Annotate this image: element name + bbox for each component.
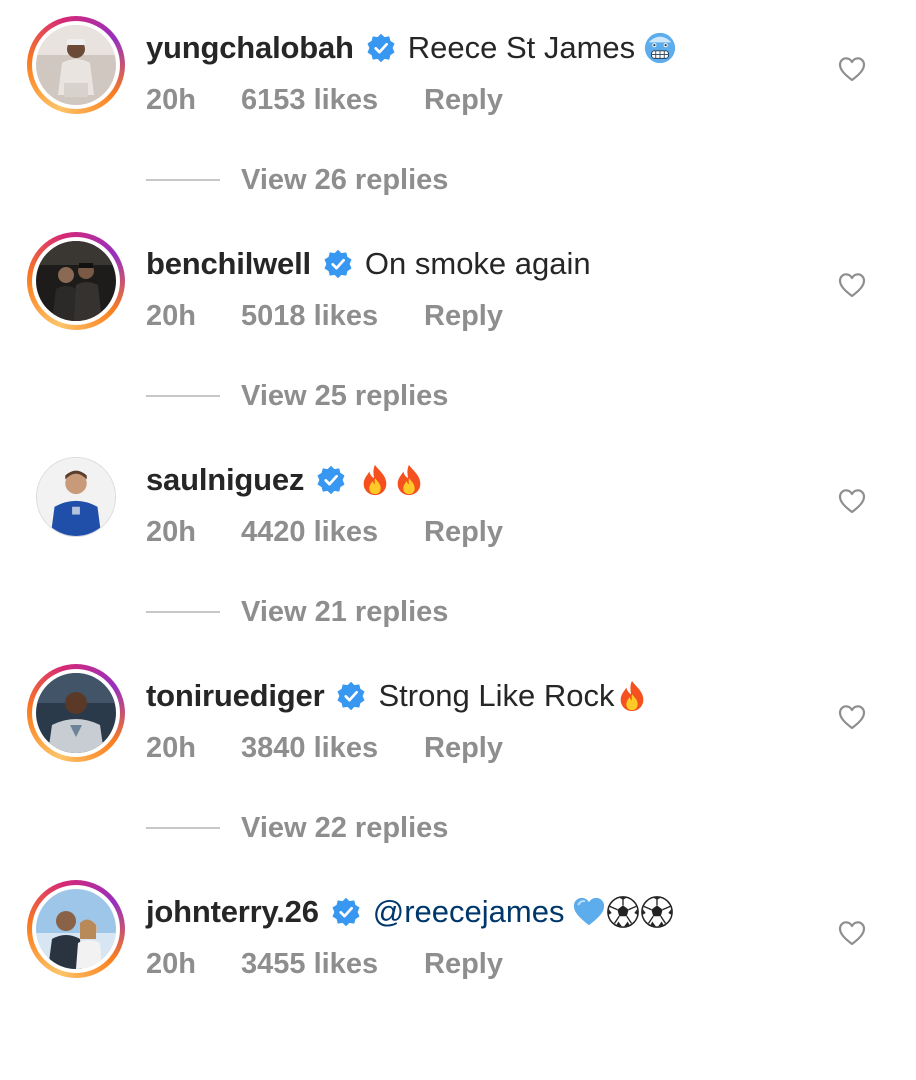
comment-item: yungchalobah Reece St James 20h 6153 lik… <box>0 0 916 216</box>
replies-divider <box>146 395 220 397</box>
replies-divider <box>146 179 220 181</box>
replies-divider <box>146 611 220 613</box>
reply-button[interactable]: Reply <box>424 82 503 118</box>
avatar[interactable] <box>27 448 125 546</box>
view-replies-button[interactable]: View 25 replies <box>146 378 448 414</box>
comment-line: benchilwell On smoke again <box>146 246 591 282</box>
likes-count[interactable]: 6153 likes <box>241 82 378 118</box>
reply-button[interactable]: Reply <box>424 730 503 766</box>
comment-item: toniruediger Strong Like Rock 20h 3840 l… <box>0 648 916 864</box>
username[interactable]: yungchalobah <box>146 30 354 66</box>
view-replies-button[interactable]: View 21 replies <box>146 594 448 630</box>
comment-time: 20h <box>146 84 196 116</box>
view-replies-label: View 25 replies <box>241 380 449 412</box>
comment-time: 20h <box>146 300 196 332</box>
reply-button[interactable]: Reply <box>424 298 503 334</box>
comment-text: Strong Like Rock <box>378 678 615 713</box>
likes-count[interactable]: 4420 likes <box>241 514 378 550</box>
avatar[interactable] <box>27 16 125 114</box>
fire-emoji <box>615 679 649 713</box>
view-replies-button[interactable]: View 26 replies <box>146 162 448 198</box>
likes-count[interactable]: 3840 likes <box>241 730 378 766</box>
comment-line: saulniguez <box>146 462 426 498</box>
view-replies-label: View 26 replies <box>241 164 449 196</box>
username[interactable]: benchilwell <box>146 246 311 282</box>
fire-emoji <box>358 463 392 497</box>
username[interactable]: toniruediger <box>146 678 325 714</box>
heart-icon[interactable] <box>838 56 866 82</box>
soccer-ball-emoji <box>606 895 640 929</box>
replies-divider <box>146 827 220 829</box>
avatar[interactable] <box>27 232 125 330</box>
heart-icon[interactable] <box>838 488 866 514</box>
soccer-ball-emoji <box>640 895 674 929</box>
comment-time: 20h <box>146 948 196 980</box>
fire-emoji <box>392 463 426 497</box>
comment-line: johnterry.26 @reecejames <box>146 894 674 930</box>
reply-button[interactable]: Reply <box>424 514 503 550</box>
verified-badge-icon <box>331 897 361 927</box>
comment-time: 20h <box>146 732 196 764</box>
comment-line: toniruediger Strong Like Rock <box>146 678 649 714</box>
cold-face-emoji <box>643 31 677 65</box>
blue-heart-emoji <box>572 895 606 929</box>
heart-icon[interactable] <box>838 920 866 946</box>
comment-item: saulniguez 20h 4420 likes Reply View 21 … <box>0 432 916 648</box>
likes-count[interactable]: 3455 likes <box>241 946 378 982</box>
reply-button[interactable]: Reply <box>424 946 503 982</box>
username[interactable]: saulniguez <box>146 462 304 498</box>
comment-item: benchilwell On smoke again 20h 5018 like… <box>0 216 916 432</box>
heart-icon[interactable] <box>838 272 866 298</box>
view-replies-label: View 22 replies <box>241 812 449 844</box>
comment-text: Reece St James <box>407 30 636 65</box>
verified-badge-icon <box>366 33 396 63</box>
username[interactable]: johnterry.26 <box>146 894 319 930</box>
view-replies-label: View 21 replies <box>241 596 449 628</box>
comment-text: On smoke again <box>364 246 591 281</box>
comment-line: yungchalobah Reece St James <box>146 30 677 66</box>
comment-item: johnterry.26 @reecejames 20h 3455 likes … <box>0 864 916 1080</box>
view-replies-button[interactable]: View 22 replies <box>146 810 448 846</box>
verified-badge-icon <box>323 249 353 279</box>
verified-badge-icon <box>316 465 346 495</box>
heart-icon[interactable] <box>838 704 866 730</box>
verified-badge-icon <box>336 681 366 711</box>
avatar[interactable] <box>27 664 125 762</box>
comment-time: 20h <box>146 516 196 548</box>
avatar[interactable] <box>27 880 125 978</box>
likes-count[interactable]: 5018 likes <box>241 298 378 334</box>
mention-link[interactable]: @reecejames <box>373 894 565 930</box>
